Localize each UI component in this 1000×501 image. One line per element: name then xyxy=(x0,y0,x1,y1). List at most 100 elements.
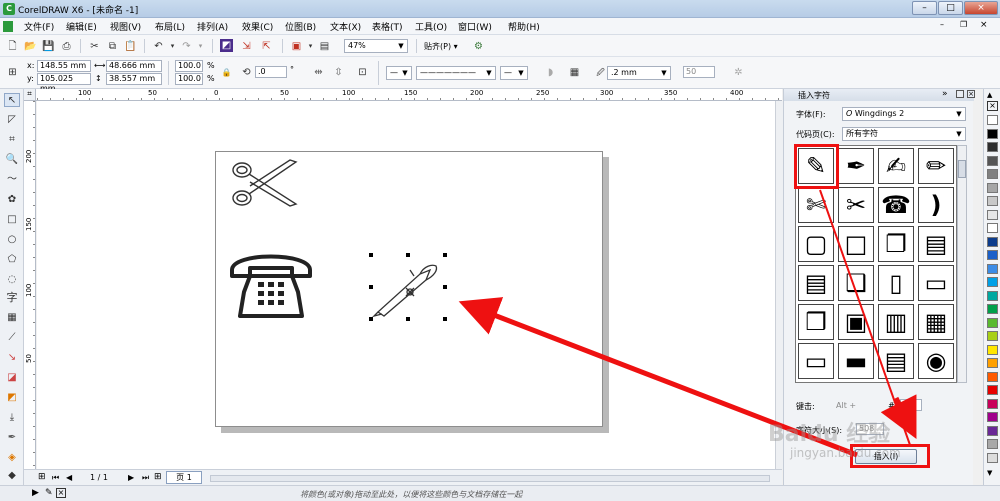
color-swatch[interactable] xyxy=(987,250,998,260)
drawing-canvas[interactable] xyxy=(37,101,775,469)
add-page-before-icon[interactable]: ⊞ xyxy=(38,472,46,482)
color-swatch[interactable] xyxy=(987,439,998,449)
character-grid-scrollbar[interactable] xyxy=(957,145,967,383)
freehand-tool-icon[interactable]: 〜 xyxy=(4,173,20,187)
glyph-cell[interactable]: ▢ xyxy=(798,226,834,262)
doc-minimize-button[interactable]: – xyxy=(940,20,944,29)
color-swatch[interactable] xyxy=(987,277,998,287)
new-document-icon[interactable]: 🗋 xyxy=(6,40,19,53)
menu-file[interactable]: 文件(F) xyxy=(24,20,54,33)
doc-restore-button[interactable]: ❐ xyxy=(960,20,967,29)
char-code-field[interactable]: 33 xyxy=(900,399,922,411)
outline-width-select[interactable]: .2 mm ▼ xyxy=(607,66,671,80)
glyph-cell[interactable]: ▤ xyxy=(878,343,914,379)
glyph-cell[interactable]: ◉ xyxy=(918,343,954,379)
mirror-vertical-icon[interactable]: ⇳ xyxy=(332,66,345,79)
font-select[interactable]: O Wingdings 2 ▼ xyxy=(842,107,966,121)
no-fill-icon[interactable]: × xyxy=(56,488,66,498)
glyph-cell[interactable]: ) xyxy=(918,187,954,223)
menu-help[interactable]: 帮助(H) xyxy=(508,20,540,33)
close-button[interactable]: × xyxy=(964,1,998,15)
object-origin-icon[interactable]: ⊞ xyxy=(6,66,19,79)
options-icon[interactable]: ⚙ xyxy=(472,40,485,53)
last-page-icon[interactable]: ⏭ xyxy=(142,473,149,483)
interactive-fill-tool-icon[interactable]: ◆ xyxy=(4,469,20,483)
menu-view[interactable]: 视图(V) xyxy=(110,20,141,33)
scale-y-field[interactable]: 100.0 xyxy=(175,73,203,85)
add-page-after-icon[interactable]: ⊞ xyxy=(154,472,162,482)
welcome-screen-icon[interactable]: ▤ xyxy=(318,40,331,53)
color-swatch[interactable] xyxy=(987,385,998,395)
color-swatch[interactable] xyxy=(987,128,998,139)
palette-scroll-down-icon[interactable]: ▼ xyxy=(987,469,992,477)
scrollbar-thumb[interactable] xyxy=(958,160,966,178)
color-swatch[interactable] xyxy=(987,412,998,422)
color-swatch[interactable] xyxy=(987,317,998,328)
glyph-cell[interactable]: ✄ xyxy=(798,187,834,223)
color-swatch[interactable] xyxy=(987,452,998,463)
connector-tool-icon[interactable]: ↘ xyxy=(4,351,20,365)
rotation-angle-field[interactable]: .0 xyxy=(255,66,287,78)
color-swatch[interactable] xyxy=(987,182,998,193)
color-swatch[interactable] xyxy=(987,304,998,314)
pick-tool-icon[interactable]: ↖ xyxy=(4,93,20,107)
vertical-scrollbar[interactable] xyxy=(775,101,783,469)
color-swatch[interactable] xyxy=(987,290,998,301)
dimension-tool-icon[interactable]: ⟋ xyxy=(4,331,20,345)
menu-edit[interactable]: 编辑(E) xyxy=(66,20,97,33)
glyph-cell[interactable]: ☎ xyxy=(878,187,914,223)
start-arrowhead-select[interactable]: — ▼ xyxy=(386,66,412,80)
glyph-cell[interactable]: ✂ xyxy=(838,187,874,223)
selection-handle[interactable] xyxy=(406,253,410,257)
mirror-horizontal-icon[interactable]: ⇹ xyxy=(312,66,325,79)
table-tool-icon[interactable]: ▦ xyxy=(4,311,20,325)
vertical-ruler[interactable]: 200 150 100 50 xyxy=(24,101,36,469)
glyph-cell[interactable]: ▯ xyxy=(878,265,914,301)
color-swatch[interactable] xyxy=(987,358,998,368)
glyph-cell[interactable]: ▭ xyxy=(918,265,954,301)
transparency-tool-icon[interactable]: ◩ xyxy=(4,391,20,405)
selection-handle[interactable] xyxy=(443,285,447,289)
ruler-origin-icon[interactable]: ⌗ xyxy=(24,89,36,101)
codepage-select[interactable]: 所有字符 ▼ xyxy=(842,127,966,141)
telephone-glyph[interactable] xyxy=(228,246,314,320)
menu-arrange[interactable]: 排列(A) xyxy=(197,20,228,33)
height-field[interactable]: 38.557 mm xyxy=(106,73,162,85)
glyph-cell[interactable]: ▬ xyxy=(838,343,874,379)
y-position-field[interactable]: 105.025 mm xyxy=(37,73,91,93)
outline-options-icon[interactable]: ▦ xyxy=(568,66,581,79)
glyph-cell[interactable]: ▤ xyxy=(918,226,954,262)
zoom-tool-icon[interactable]: 🔍 xyxy=(4,153,20,167)
color-swatch[interactable] xyxy=(987,142,998,152)
glyph-cell[interactable]: ❒ xyxy=(798,304,834,340)
menu-tools[interactable]: 工具(O) xyxy=(415,20,447,33)
menu-bitmaps[interactable]: 位图(B) xyxy=(285,20,316,33)
selection-handle[interactable] xyxy=(443,317,447,321)
palette-scroll-up-icon[interactable]: ▲ xyxy=(987,91,992,99)
glyph-cell[interactable]: □ xyxy=(838,226,874,262)
glyph-cell[interactable]: ▥ xyxy=(878,304,914,340)
wrap-paragraph-icon[interactable]: ⊡ xyxy=(356,66,369,79)
glyph-cell[interactable]: ✍ xyxy=(878,148,914,184)
menu-window[interactable]: 窗口(W) xyxy=(458,20,492,33)
page-tab[interactable]: 页 1 xyxy=(166,471,202,484)
selection-handle[interactable] xyxy=(443,253,447,257)
undo-icon[interactable]: ↶ xyxy=(152,40,165,53)
eyedropper-icon[interactable]: ✎ xyxy=(45,488,53,498)
end-arrowhead-select[interactable]: — ▼ xyxy=(500,66,528,80)
menu-effects[interactable]: 效果(C) xyxy=(242,20,273,33)
lock-ratio-icon[interactable]: 🔒 xyxy=(220,66,233,79)
glyph-cell[interactable]: ✏ xyxy=(918,148,954,184)
color-swatch[interactable] xyxy=(987,263,998,274)
no-color-swatch[interactable]: × xyxy=(987,101,998,111)
convert-to-curve-icon[interactable]: ✲ xyxy=(732,66,745,79)
glyph-cell[interactable]: ▭ xyxy=(798,343,834,379)
search-content-icon[interactable]: ◩ xyxy=(220,39,233,52)
color-swatch[interactable] xyxy=(987,115,998,125)
selection-handle[interactable] xyxy=(369,253,373,257)
rectangle-tool-icon[interactable]: □ xyxy=(4,213,20,227)
glyph-cell[interactable]: ▤ xyxy=(798,265,834,301)
launcher-dropdown-icon[interactable]: ▾ xyxy=(304,40,317,53)
glyph-cell[interactable]: ❑ xyxy=(838,265,874,301)
paste-icon[interactable]: 📋 xyxy=(124,40,137,53)
